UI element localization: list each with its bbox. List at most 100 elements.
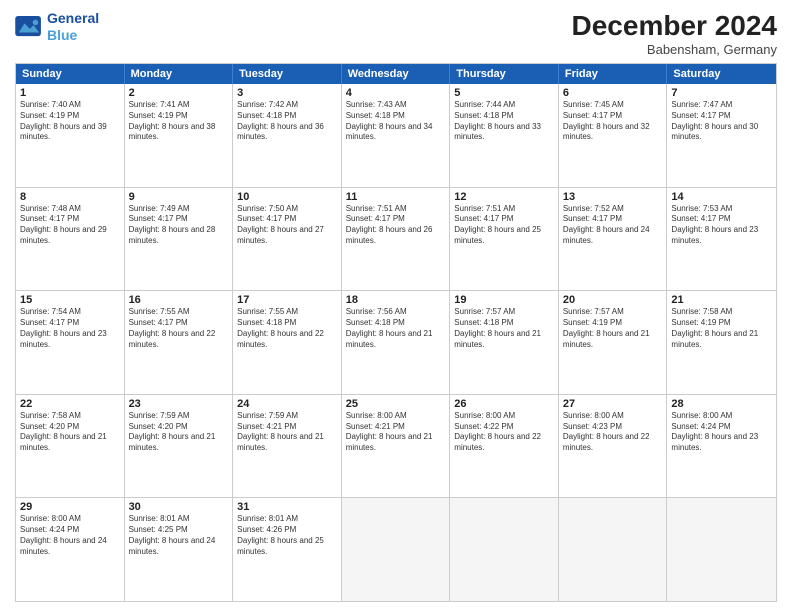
day-info: Sunrise: 7:57 AM Sunset: 4:19 PM Dayligh… — [563, 307, 663, 350]
day-header-tuesday: Tuesday — [233, 64, 342, 84]
day-info: Sunrise: 7:58 AM Sunset: 4:20 PM Dayligh… — [20, 411, 120, 454]
daylight-label: Daylight: 8 hours and 25 minutes. — [454, 225, 541, 245]
day-info: Sunrise: 8:00 AM Sunset: 4:24 PM Dayligh… — [20, 514, 120, 557]
sunset-label: Sunset: 4:17 PM — [563, 111, 622, 120]
sunrise-label: Sunrise: 8:00 AM — [671, 411, 732, 420]
day-header-sunday: Sunday — [16, 64, 125, 84]
day-cell-21: 21 Sunrise: 7:58 AM Sunset: 4:19 PM Dayl… — [667, 291, 776, 394]
day-cell-29: 29 Sunrise: 8:00 AM Sunset: 4:24 PM Dayl… — [16, 498, 125, 601]
day-cell-1: 1 Sunrise: 7:40 AM Sunset: 4:19 PM Dayli… — [16, 84, 125, 187]
daylight-label: Daylight: 8 hours and 22 minutes. — [454, 432, 541, 452]
day-cell-10: 10 Sunrise: 7:50 AM Sunset: 4:17 PM Dayl… — [233, 188, 342, 291]
day-number: 29 — [20, 501, 120, 513]
day-info: Sunrise: 7:55 AM Sunset: 4:18 PM Dayligh… — [237, 307, 337, 350]
daylight-label: Daylight: 8 hours and 21 minutes. — [20, 432, 107, 452]
sunrise-label: Sunrise: 7:55 AM — [129, 307, 190, 316]
day-cell-25: 25 Sunrise: 8:00 AM Sunset: 4:21 PM Dayl… — [342, 395, 451, 498]
daylight-label: Daylight: 8 hours and 21 minutes. — [454, 329, 541, 349]
sunrise-label: Sunrise: 7:40 AM — [20, 100, 81, 109]
sunrise-label: Sunrise: 7:53 AM — [671, 204, 732, 213]
sunrise-label: Sunrise: 7:47 AM — [671, 100, 732, 109]
week-row-3: 15 Sunrise: 7:54 AM Sunset: 4:17 PM Dayl… — [16, 291, 776, 395]
day-info: Sunrise: 8:01 AM Sunset: 4:26 PM Dayligh… — [237, 514, 337, 557]
day-info: Sunrise: 7:55 AM Sunset: 4:17 PM Dayligh… — [129, 307, 229, 350]
day-cell-18: 18 Sunrise: 7:56 AM Sunset: 4:18 PM Dayl… — [342, 291, 451, 394]
sunset-label: Sunset: 4:23 PM — [563, 422, 622, 431]
sunset-label: Sunset: 4:18 PM — [346, 318, 405, 327]
sunrise-label: Sunrise: 7:54 AM — [20, 307, 81, 316]
day-number: 23 — [129, 398, 229, 410]
calendar: SundayMondayTuesdayWednesdayThursdayFrid… — [15, 63, 777, 602]
sunset-label: Sunset: 4:26 PM — [237, 525, 296, 534]
sunrise-label: Sunrise: 7:51 AM — [346, 204, 407, 213]
sunset-label: Sunset: 4:19 PM — [671, 318, 730, 327]
daylight-label: Daylight: 8 hours and 25 minutes. — [237, 536, 324, 556]
day-info: Sunrise: 7:42 AM Sunset: 4:18 PM Dayligh… — [237, 100, 337, 143]
day-cell-23: 23 Sunrise: 7:59 AM Sunset: 4:20 PM Dayl… — [125, 395, 234, 498]
day-cell-28: 28 Sunrise: 8:00 AM Sunset: 4:24 PM Dayl… — [667, 395, 776, 498]
week-row-1: 1 Sunrise: 7:40 AM Sunset: 4:19 PM Dayli… — [16, 84, 776, 188]
daylight-label: Daylight: 8 hours and 30 minutes. — [671, 122, 758, 142]
sunset-label: Sunset: 4:21 PM — [237, 422, 296, 431]
day-number: 25 — [346, 398, 446, 410]
day-info: Sunrise: 8:00 AM Sunset: 4:23 PM Dayligh… — [563, 411, 663, 454]
day-cell-8: 8 Sunrise: 7:48 AM Sunset: 4:17 PM Dayli… — [16, 188, 125, 291]
day-number: 10 — [237, 191, 337, 203]
day-info: Sunrise: 7:54 AM Sunset: 4:17 PM Dayligh… — [20, 307, 120, 350]
sunrise-label: Sunrise: 8:00 AM — [563, 411, 624, 420]
day-number: 28 — [671, 398, 772, 410]
week-row-4: 22 Sunrise: 7:58 AM Sunset: 4:20 PM Dayl… — [16, 395, 776, 499]
day-cell-30: 30 Sunrise: 8:01 AM Sunset: 4:25 PM Dayl… — [125, 498, 234, 601]
daylight-label: Daylight: 8 hours and 24 minutes. — [129, 536, 216, 556]
sunrise-label: Sunrise: 8:00 AM — [20, 514, 81, 523]
sunrise-label: Sunrise: 7:43 AM — [346, 100, 407, 109]
day-info: Sunrise: 7:50 AM Sunset: 4:17 PM Dayligh… — [237, 204, 337, 247]
day-info: Sunrise: 7:52 AM Sunset: 4:17 PM Dayligh… — [563, 204, 663, 247]
sunrise-label: Sunrise: 8:00 AM — [346, 411, 407, 420]
day-cell-6: 6 Sunrise: 7:45 AM Sunset: 4:17 PM Dayli… — [559, 84, 668, 187]
sunrise-label: Sunrise: 7:58 AM — [20, 411, 81, 420]
daylight-label: Daylight: 8 hours and 21 minutes. — [346, 329, 433, 349]
day-number: 12 — [454, 191, 554, 203]
sunrise-label: Sunrise: 7:55 AM — [237, 307, 298, 316]
sunrise-label: Sunrise: 8:01 AM — [237, 514, 298, 523]
day-number: 20 — [563, 294, 663, 306]
logo-line1: General — [47, 10, 99, 26]
day-info: Sunrise: 7:56 AM Sunset: 4:18 PM Dayligh… — [346, 307, 446, 350]
daylight-label: Daylight: 8 hours and 23 minutes. — [671, 432, 758, 452]
month-title: December 2024 — [572, 10, 777, 42]
day-number: 8 — [20, 191, 120, 203]
day-header-monday: Monday — [125, 64, 234, 84]
day-cell-19: 19 Sunrise: 7:57 AM Sunset: 4:18 PM Dayl… — [450, 291, 559, 394]
sunset-label: Sunset: 4:18 PM — [237, 111, 296, 120]
empty-cell — [559, 498, 668, 601]
sunrise-label: Sunrise: 7:57 AM — [563, 307, 624, 316]
day-cell-31: 31 Sunrise: 8:01 AM Sunset: 4:26 PM Dayl… — [233, 498, 342, 601]
sunrise-label: Sunrise: 7:58 AM — [671, 307, 732, 316]
daylight-label: Daylight: 8 hours and 23 minutes. — [671, 225, 758, 245]
day-info: Sunrise: 7:48 AM Sunset: 4:17 PM Dayligh… — [20, 204, 120, 247]
day-info: Sunrise: 7:43 AM Sunset: 4:18 PM Dayligh… — [346, 100, 446, 143]
day-number: 27 — [563, 398, 663, 410]
sunset-label: Sunset: 4:19 PM — [20, 111, 79, 120]
logo: General Blue — [15, 10, 99, 44]
daylight-label: Daylight: 8 hours and 39 minutes. — [20, 122, 107, 142]
day-cell-12: 12 Sunrise: 7:51 AM Sunset: 4:17 PM Dayl… — [450, 188, 559, 291]
daylight-label: Daylight: 8 hours and 27 minutes. — [237, 225, 324, 245]
day-number: 14 — [671, 191, 772, 203]
daylight-label: Daylight: 8 hours and 24 minutes. — [563, 225, 650, 245]
day-cell-2: 2 Sunrise: 7:41 AM Sunset: 4:19 PM Dayli… — [125, 84, 234, 187]
sunset-label: Sunset: 4:19 PM — [563, 318, 622, 327]
day-cell-3: 3 Sunrise: 7:42 AM Sunset: 4:18 PM Dayli… — [233, 84, 342, 187]
day-cell-27: 27 Sunrise: 8:00 AM Sunset: 4:23 PM Dayl… — [559, 395, 668, 498]
daylight-label: Daylight: 8 hours and 21 minutes. — [237, 432, 324, 452]
sunset-label: Sunset: 4:17 PM — [346, 214, 405, 223]
day-number: 15 — [20, 294, 120, 306]
day-cell-17: 17 Sunrise: 7:55 AM Sunset: 4:18 PM Dayl… — [233, 291, 342, 394]
day-info: Sunrise: 7:41 AM Sunset: 4:19 PM Dayligh… — [129, 100, 229, 143]
day-cell-7: 7 Sunrise: 7:47 AM Sunset: 4:17 PM Dayli… — [667, 84, 776, 187]
day-number: 9 — [129, 191, 229, 203]
daylight-label: Daylight: 8 hours and 23 minutes. — [20, 329, 107, 349]
sunset-label: Sunset: 4:21 PM — [346, 422, 405, 431]
day-number: 19 — [454, 294, 554, 306]
